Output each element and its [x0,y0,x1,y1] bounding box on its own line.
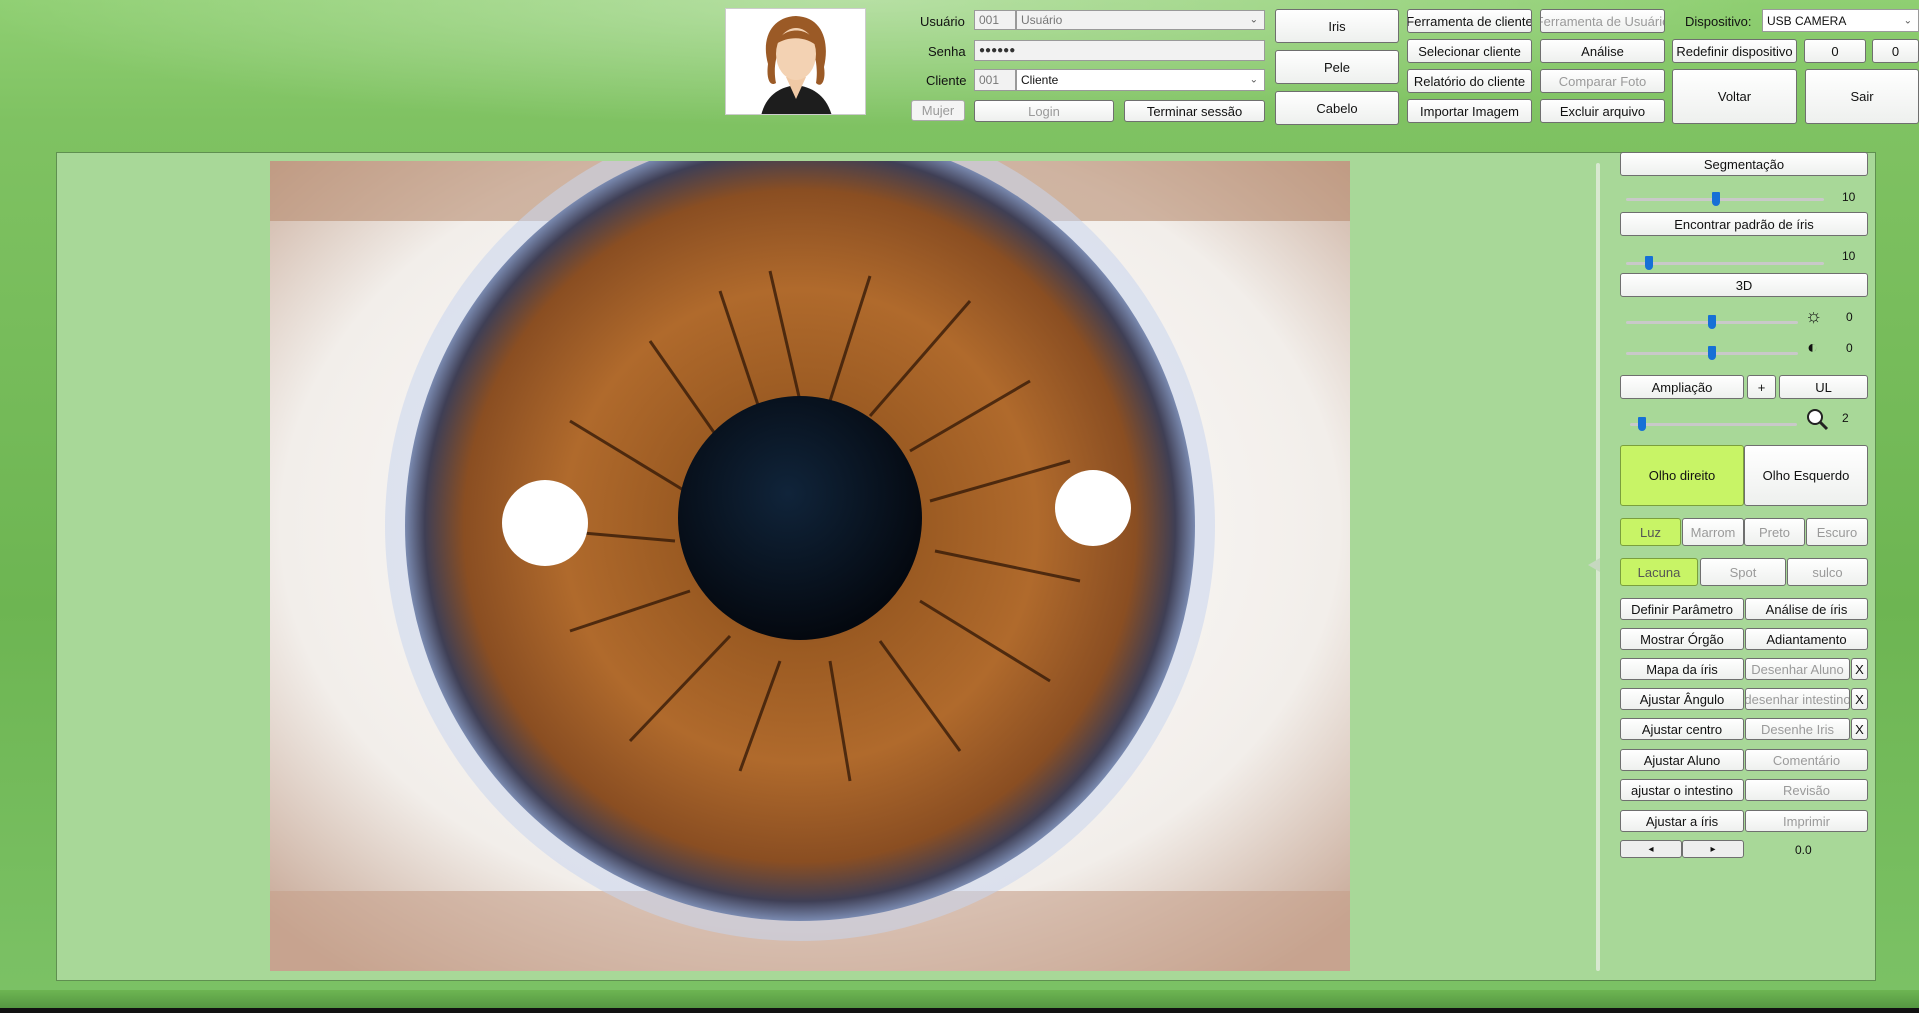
bottom-edge [0,1008,1919,1013]
usuario-code-field[interactable]: 001 [974,10,1016,30]
sun-icon: ☼ [1805,306,1823,327]
ajustar-aluno-button[interactable]: Ajustar Aluno [1620,749,1744,771]
spot-button[interactable]: Spot [1700,558,1786,586]
gender-button[interactable]: Mujer [911,100,965,121]
avatar [725,8,866,115]
lacuna-button[interactable]: Lacuna [1620,558,1698,586]
sair-button[interactable]: Sair [1805,69,1919,124]
ajustar-intestino-button[interactable]: ajustar o intestino [1620,779,1744,801]
brightness-slider[interactable] [1626,315,1798,329]
counter-b-field[interactable]: 0 [1872,39,1919,63]
contrast-value: 0 [1846,341,1853,355]
chevron-down-icon: ⌄ [1903,15,1912,26]
segmentacao-button[interactable]: Segmentação [1620,152,1868,176]
avatar-woman-icon [761,16,832,114]
next-button[interactable]: ▸ [1682,840,1744,858]
cliente-select-text: Cliente [1021,73,1059,87]
slider-thumb[interactable] [1645,256,1653,270]
ampliacao-button[interactable]: Ampliação [1620,375,1744,399]
close-desenhar-intestino-button[interactable]: X [1851,688,1868,710]
excluir-arquivo-button[interactable]: Excluir arquivo [1540,99,1665,123]
close-desenhar-aluno-button[interactable]: X [1851,658,1868,680]
segmentacao-slider[interactable] [1626,192,1824,206]
olho-esquerdo-button[interactable]: Olho Esquerdo [1744,445,1868,506]
right-arrow-icon: ▸ [1710,843,1716,855]
desenhar-intestino-button[interactable]: desenhar intestino [1745,688,1850,710]
cliente-label: Cliente [926,73,967,88]
slider-thumb[interactable] [1708,346,1716,360]
contrast-icon: ◐ [1807,337,1818,357]
marrom-button[interactable]: Marrom [1682,518,1744,546]
luz-button[interactable]: Luz [1620,518,1681,546]
terminar-sessao-button[interactable]: Terminar sessão [1124,100,1265,122]
encontrar-padrao-button[interactable]: Encontrar padrão de íris [1620,212,1868,236]
three-d-button[interactable]: 3D [1620,273,1868,297]
relatorio-cliente-button[interactable]: Relatório do cliente [1407,69,1532,93]
plus-button[interactable]: + [1747,375,1776,399]
ferramenta-cliente-button[interactable]: Ferramenta de cliente [1407,9,1532,33]
encontrar-value: 10 [1842,249,1856,263]
comparar-foto-button[interactable]: Comparar Foto [1540,69,1665,93]
pele-button[interactable]: Pele [1275,50,1399,84]
preto-button[interactable]: Preto [1744,518,1805,546]
dispositivo-select-text: USB CAMERA [1767,13,1847,28]
chevron-down-icon: ⌄ [1249,74,1258,86]
cabelo-button[interactable]: Cabelo [1275,91,1399,125]
slider-thumb[interactable] [1708,315,1716,329]
usuario-select[interactable]: Usuário ⌄ [1016,10,1265,30]
desenhe-iris-button[interactable]: Desenhe Iris [1745,718,1850,740]
redefinir-dispositivo-button[interactable]: Redefinir dispositivo [1672,39,1797,63]
contrast-slider[interactable] [1626,346,1798,360]
brightness-value: 0 [1846,310,1853,324]
ajustar-angulo-button[interactable]: Ajustar Ângulo [1620,688,1744,710]
senha-field[interactable]: ●●●●●● [974,40,1265,61]
slider-thumb[interactable] [1637,417,1646,431]
analise-button[interactable]: Análise [1540,39,1665,63]
imprimir-button[interactable]: Imprimir [1745,810,1868,832]
olho-direito-button[interactable]: Olho direito [1620,445,1744,506]
escuro-button[interactable]: Escuro [1806,518,1868,546]
comentario-button[interactable]: Comentário [1745,749,1868,771]
zoom-value: 2 [1842,411,1849,425]
adiantamento-button[interactable]: Adiantamento [1745,628,1868,650]
desenhar-aluno-button[interactable]: Desenhar Aluno [1745,658,1850,680]
senha-label: Senha [928,44,966,59]
ajustar-iris-button[interactable]: Ajustar a íris [1620,810,1744,832]
segmentacao-value: 10 [1842,190,1856,204]
importar-imagem-button[interactable]: Importar Imagem [1407,99,1532,123]
cliente-code-field[interactable]: 001 [974,69,1016,91]
ajustar-centro-button[interactable]: Ajustar centro [1620,718,1744,740]
voltar-button[interactable]: Voltar [1672,69,1797,124]
close-desenhe-iris-button[interactable]: X [1851,718,1868,740]
selecionar-cliente-button[interactable]: Selecionar cliente [1407,39,1532,63]
ferramenta-usuario-button[interactable]: Ferramenta de Usuário [1540,9,1665,33]
usuario-select-text: Usuário [1021,13,1063,27]
dispositivo-label: Dispositivo: [1685,14,1752,29]
magnifier-icon [1805,407,1829,434]
iris-button[interactable]: Iris [1275,9,1399,43]
definir-parametro-button[interactable]: Definir Parâmetro [1620,598,1744,620]
left-arrow-icon: ◂ [1648,843,1654,855]
slider-thumb[interactable] [1711,192,1720,206]
sulco-button[interactable]: sulco [1787,558,1868,586]
angle-value: 0.0 [1795,843,1812,857]
eye-photo [270,161,1350,971]
usuario-label: Usuário [920,14,965,29]
mapa-iris-button[interactable]: Mapa da íris [1620,658,1744,680]
prev-button[interactable]: ◂ [1620,840,1682,858]
dispositivo-select[interactable]: USB CAMERA ⌄ [1762,9,1919,32]
mostrar-orgao-button[interactable]: Mostrar Órgão [1620,628,1744,650]
revisao-button[interactable]: Revisão [1745,779,1868,801]
chevron-down-icon: ⌄ [1249,14,1258,26]
encontrar-slider[interactable] [1626,256,1824,270]
cliente-select[interactable]: Cliente ⌄ [1016,69,1265,91]
eye-image[interactable] [270,161,1350,971]
zoom-slider[interactable] [1630,417,1797,431]
analise-iris-button[interactable]: Análise de íris [1745,598,1868,620]
ul-button[interactable]: UL [1779,375,1868,399]
counter-a-field[interactable]: 0 [1804,39,1866,63]
login-button[interactable]: Login [974,100,1114,122]
